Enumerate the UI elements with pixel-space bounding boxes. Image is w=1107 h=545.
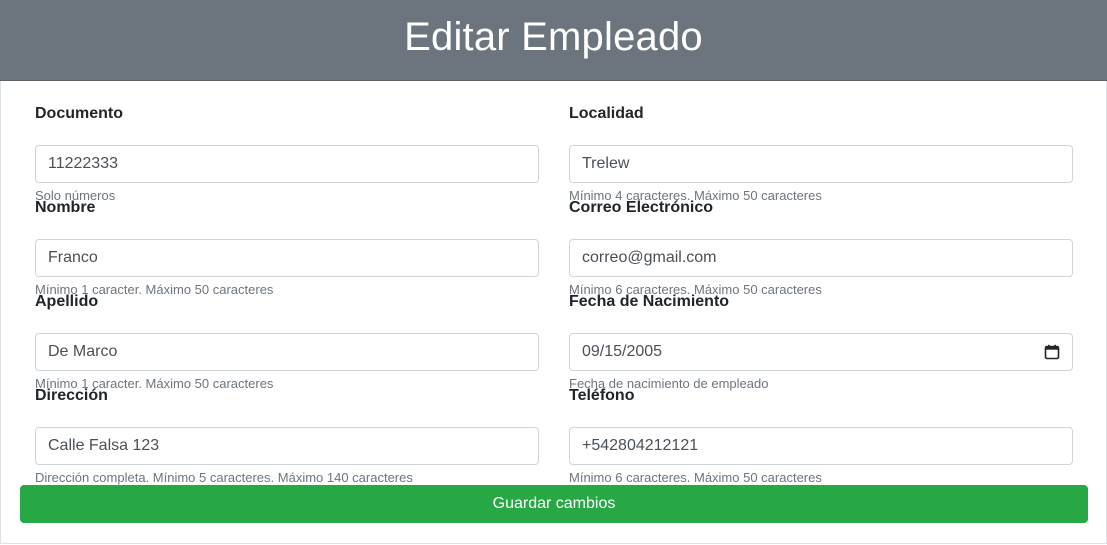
direccion-label: Dirección [35, 387, 108, 404]
documento-input[interactable]: 11222333 [35, 145, 539, 183]
localidad-label: Localidad [569, 105, 644, 122]
telefono-group: Teléfono +542804212121 Mínimo 6 caracter… [569, 386, 1073, 486]
localidad-input[interactable]: Trelew [569, 145, 1073, 183]
localidad-group: Localidad Trelew Mínimo 4 caracteres. Má… [569, 104, 1073, 204]
fecha-nacimiento-label: Fecha de Nacimiento [569, 293, 730, 310]
fecha-nacimiento-group: Fecha de Nacimiento 09/15/2005 Fecha de … [569, 292, 1073, 392]
correo-group: Correo Electrónico correo@gmail.com Míni… [569, 198, 1073, 298]
email-field[interactable]: correo@gmail.com [569, 239, 1073, 277]
nombre-group: Nombre Franco Mínimo 1 caracter. Máximo … [35, 198, 539, 298]
save-button[interactable]: Guardar cambios [20, 485, 1088, 523]
page-header: Editar Empleado [0, 0, 1107, 81]
telefono-input[interactable]: +542804212121 [569, 427, 1073, 465]
page-title: Editar Empleado [404, 15, 703, 59]
apellido-label: Apellido [35, 293, 99, 310]
nombre-label: Nombre [35, 199, 96, 216]
apellido-input[interactable]: De Marco [35, 333, 539, 371]
direccion-input[interactable]: Calle Falsa 123 [35, 427, 539, 465]
telefono-label: Teléfono [569, 387, 635, 404]
nombre-input[interactable]: Franco [35, 239, 539, 277]
documento-group: Documento 11222333 Solo números [35, 104, 539, 204]
apellido-group: Apellido De Marco Mínimo 1 caracter. Máx… [35, 292, 539, 392]
calendar-icon[interactable] [1044, 344, 1060, 360]
direccion-group: Dirección Calle Falsa 123 Dirección comp… [35, 386, 539, 486]
correo-label: Correo Electrónico [569, 199, 714, 216]
telefono-help: Mínimo 6 caracteres. Máximo 50 caractere… [569, 470, 822, 485]
documento-label: Documento [35, 105, 123, 122]
fecha-nacimiento-input[interactable]: 09/15/2005 [569, 333, 1073, 371]
direccion-help: Dirección completa. Mínimo 5 caracteres.… [35, 470, 413, 485]
